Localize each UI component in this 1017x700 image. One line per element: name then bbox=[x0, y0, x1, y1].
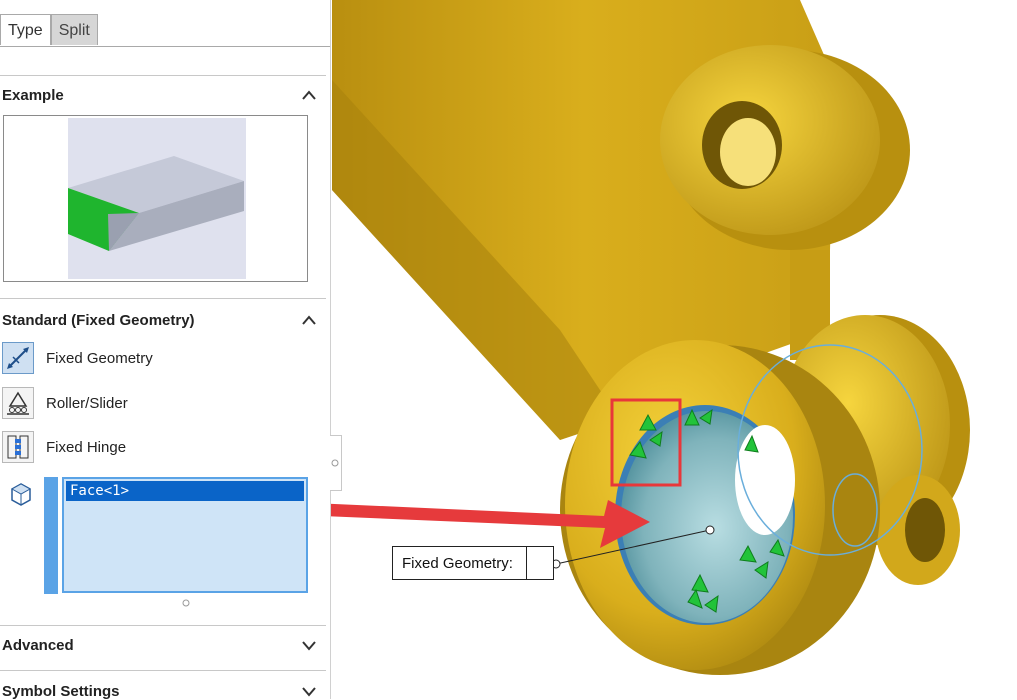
option-label: Fixed Geometry bbox=[46, 350, 153, 367]
option-fixed-geometry[interactable]: Fixed Geometry bbox=[0, 340, 300, 378]
advanced-section-title[interactable]: Advanced bbox=[2, 637, 74, 654]
top-lug-hole-inner bbox=[720, 118, 776, 186]
standard-section-title[interactable]: Standard (Fixed Geometry) bbox=[2, 312, 195, 329]
grip-dot-icon bbox=[331, 459, 339, 467]
fixed-geometry-callout[interactable]: Fixed Geometry: bbox=[392, 546, 554, 580]
tab-split[interactable]: Split bbox=[50, 14, 98, 45]
option-label: Fixed Hinge bbox=[46, 439, 127, 456]
chevron-up-icon[interactable] bbox=[300, 313, 318, 327]
bore-through bbox=[735, 425, 795, 535]
callout-divider bbox=[526, 547, 527, 579]
example-block-image bbox=[68, 118, 246, 279]
divider bbox=[0, 75, 326, 76]
roller-slider-icon bbox=[2, 387, 34, 419]
option-fixed-hinge[interactable]: Fixed Hinge bbox=[0, 429, 300, 467]
divider bbox=[0, 670, 326, 671]
chevron-down-icon[interactable] bbox=[300, 638, 318, 652]
tab-strip: Type Split bbox=[0, 14, 98, 46]
tab-divider bbox=[0, 46, 330, 47]
property-manager-panel: Type Split Example Standard (Fixed Geome… bbox=[0, 0, 331, 700]
example-section-title[interactable]: Example bbox=[2, 87, 64, 104]
panel-splitter[interactable] bbox=[330, 435, 342, 491]
fixed-hinge-icon bbox=[2, 431, 34, 463]
list-item[interactable]: Face<1> bbox=[66, 481, 304, 501]
chevron-down-icon[interactable] bbox=[300, 684, 318, 698]
selection-accent-bar bbox=[44, 477, 58, 594]
option-roller-slider[interactable]: Roller/Slider bbox=[0, 385, 300, 423]
chevron-up-icon[interactable] bbox=[300, 88, 318, 102]
option-label: Roller/Slider bbox=[46, 395, 128, 412]
fixed-geometry-icon bbox=[2, 342, 34, 374]
tab-type[interactable]: Type bbox=[0, 14, 51, 45]
leader-end-dot bbox=[705, 525, 715, 535]
symbol-settings-section-title[interactable]: Symbol Settings bbox=[2, 683, 120, 700]
face-selection-icon bbox=[10, 483, 32, 506]
resize-handle-icon[interactable] bbox=[181, 598, 191, 608]
small-pin-hole bbox=[905, 498, 945, 562]
divider bbox=[0, 625, 326, 626]
callout-label: Fixed Geometry: bbox=[402, 555, 513, 572]
example-preview bbox=[3, 115, 308, 282]
faces-selection-list[interactable]: Face<1> bbox=[62, 477, 308, 593]
divider bbox=[0, 298, 326, 299]
